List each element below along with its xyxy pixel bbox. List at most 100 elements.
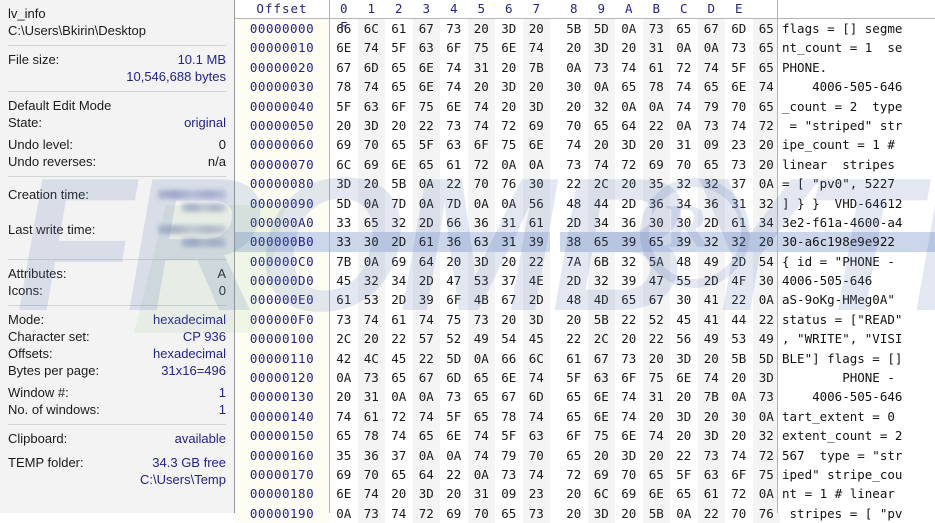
hex-byte[interactable]: 73 bbox=[467, 309, 495, 330]
hex-byte[interactable]: 0A bbox=[412, 387, 440, 407]
hex-byte[interactable]: 6F bbox=[440, 290, 468, 309]
hex-byte[interactable]: 20 bbox=[467, 77, 495, 97]
hex-byte[interactable]: 52 bbox=[642, 309, 670, 330]
hex-byte[interactable]: 44 bbox=[587, 193, 615, 213]
hex-byte[interactable]: 20 bbox=[330, 116, 358, 135]
hex-byte[interactable]: 74 bbox=[357, 309, 385, 330]
hex-byte[interactable]: 6C bbox=[522, 348, 550, 369]
hex-byte[interactable]: 6C bbox=[357, 19, 385, 39]
hex-byte[interactable]: 4D bbox=[587, 290, 615, 310]
hex-byte[interactable]: 75 bbox=[412, 96, 440, 116]
hex-byte[interactable]: 73 bbox=[697, 445, 725, 465]
hex-byte[interactable]: 31 bbox=[495, 213, 523, 232]
hex-byte[interactable]: 0A bbox=[467, 193, 495, 213]
hex-byte[interactable]: 20 bbox=[467, 19, 495, 39]
hex-byte[interactable]: 70 bbox=[522, 445, 550, 465]
hex-row[interactable]: 00000150 65 78 74 65 6E 74 5F 63 6F 75 6E 74 20 3D 20 32 bbox=[235, 426, 780, 446]
hex-byte[interactable]: 65 bbox=[385, 58, 413, 77]
hex-byte[interactable]: 49 bbox=[467, 329, 495, 349]
hex-byte[interactable]: 2D bbox=[385, 290, 413, 309]
hex-byte[interactable]: 63 bbox=[467, 232, 495, 252]
hex-byte[interactable]: 35 bbox=[642, 174, 670, 194]
hex-byte[interactable]: 6F bbox=[440, 38, 468, 57]
hex-byte[interactable]: 72 bbox=[752, 445, 780, 465]
hex-byte[interactable]: 39 bbox=[670, 232, 698, 252]
hex-byte[interactable]: 5F bbox=[412, 135, 440, 155]
hex-byte[interactable]: 31 bbox=[642, 387, 670, 407]
hex-byte[interactable]: 66 bbox=[495, 349, 523, 368]
hex-byte[interactable]: 74 bbox=[385, 426, 413, 445]
hex-row[interactable]: 00000110 42 4C 45 22 5D 0A 66 6C 61 67 73 20 3D 20 5B 5D bbox=[235, 348, 780, 369]
hex-byte[interactable]: 31 bbox=[357, 387, 385, 407]
hex-byte[interactable]: 57 bbox=[412, 329, 440, 349]
hex-byte[interactable]: 32 bbox=[725, 232, 753, 252]
hex-byte[interactable]: 67 bbox=[330, 58, 358, 77]
hex-byte[interactable]: 65 bbox=[560, 407, 588, 426]
hex-row[interactable]: 00000040 5F 63 6F 75 6E 74 20 3D 20 32 0A 0A 74 79 70 65 bbox=[235, 96, 780, 116]
hex-byte[interactable]: 65 bbox=[642, 232, 670, 252]
hex-byte[interactable]: 69 bbox=[330, 135, 358, 154]
hex-byte[interactable]: 65 bbox=[587, 115, 615, 136]
hex-byte[interactable]: 74 bbox=[467, 96, 495, 116]
hex-byte[interactable]: 22 bbox=[440, 174, 468, 193]
hex-byte[interactable]: 61 bbox=[642, 57, 670, 78]
hex-byte[interactable]: 75 bbox=[587, 426, 615, 446]
hex-byte[interactable]: 61 bbox=[412, 232, 440, 252]
hex-byte[interactable]: 65 bbox=[385, 135, 413, 154]
hex-byte[interactable]: 65 bbox=[385, 77, 413, 96]
hex-byte[interactable]: 6E bbox=[412, 57, 440, 78]
hex-byte[interactable]: 30 bbox=[670, 290, 698, 309]
hex-byte[interactable]: 0A bbox=[752, 290, 780, 310]
hex-byte[interactable]: 0A bbox=[412, 445, 440, 465]
hex-byte[interactable]: 0A bbox=[725, 387, 753, 406]
hex-byte[interactable]: 20 bbox=[522, 19, 550, 39]
hex-byte[interactable]: 0A bbox=[357, 251, 385, 272]
hex-byte[interactable]: 7B bbox=[522, 57, 550, 78]
hex-byte[interactable]: 3D bbox=[412, 484, 440, 504]
hex-byte[interactable]: 22 bbox=[385, 329, 413, 348]
ascii-row[interactable]: nt = 1 # linear bbox=[778, 484, 935, 503]
hex-byte[interactable]: 6E bbox=[495, 38, 523, 57]
hex-byte[interactable]: 73 bbox=[725, 38, 753, 57]
hex-byte[interactable]: 67 bbox=[495, 290, 523, 309]
hex-byte[interactable]: 20 bbox=[615, 504, 643, 523]
hex-byte[interactable]: 65 bbox=[467, 368, 495, 388]
hex-byte[interactable]: 61 bbox=[385, 19, 413, 38]
hex-byte[interactable]: 70 bbox=[357, 464, 385, 485]
hex-byte[interactable]: 20 bbox=[697, 348, 725, 369]
hex-byte[interactable]: 65 bbox=[615, 290, 643, 309]
hex-byte[interactable]: 70 bbox=[725, 97, 753, 116]
hex-row[interactable]: 00000100 2C 20 22 57 52 49 54 45 22 2C 20 22 56 49 53 49 bbox=[235, 329, 780, 349]
hex-byte[interactable]: 74 bbox=[615, 58, 643, 77]
hex-byte[interactable]: 3D bbox=[615, 446, 643, 465]
ascii-row[interactable]: = [ "pv0", 5227 bbox=[778, 174, 935, 193]
hex-byte[interactable]: 47 bbox=[642, 271, 670, 291]
hex-byte[interactable]: 22 bbox=[725, 290, 753, 309]
ascii-row[interactable]: 4006-505-646 bbox=[778, 271, 935, 290]
hex-byte[interactable]: 6B bbox=[587, 251, 615, 272]
hex-byte[interactable]: 20 bbox=[560, 504, 588, 523]
ascii-row[interactable]: status = ["READ" bbox=[778, 310, 935, 329]
hex-byte[interactable]: 72 bbox=[670, 58, 698, 77]
hex-byte[interactable]: 73 bbox=[440, 116, 468, 135]
hex-row[interactable]: 000000A0 33 65 32 2D 66 36 31 61 2D 34 36 30 30 2D 61 34 bbox=[235, 212, 780, 233]
hex-byte[interactable]: 0A bbox=[522, 154, 550, 175]
hex-byte[interactable]: 49 bbox=[752, 329, 780, 349]
hex-byte[interactable]: 30 bbox=[642, 212, 670, 233]
hex-byte[interactable]: 73 bbox=[330, 310, 358, 329]
hex-byte[interactable]: 65 bbox=[560, 387, 588, 406]
hex-byte[interactable]: 75 bbox=[495, 135, 523, 154]
hex-byte[interactable]: 37 bbox=[385, 446, 413, 465]
hex-byte[interactable]: 73 bbox=[357, 368, 385, 388]
hex-byte[interactable]: 7B bbox=[697, 387, 725, 407]
hex-byte[interactable]: 53 bbox=[467, 271, 495, 291]
hex-byte[interactable]: 63 bbox=[412, 38, 440, 58]
hex-byte[interactable]: 3D bbox=[522, 309, 550, 330]
hex-byte[interactable]: 61 bbox=[357, 406, 385, 427]
hex-byte[interactable]: 48 bbox=[560, 290, 588, 309]
ascii-row[interactable]: PHONE - bbox=[778, 368, 935, 387]
hex-byte[interactable]: 0A bbox=[697, 38, 725, 58]
hex-row[interactable]: 00000170 69 70 65 64 22 0A 73 74 72 69 70 65 5F 63 6F 75 bbox=[235, 464, 780, 485]
hex-byte[interactable]: 3D bbox=[670, 407, 698, 426]
hex-byte[interactable]: 2D bbox=[522, 290, 550, 310]
